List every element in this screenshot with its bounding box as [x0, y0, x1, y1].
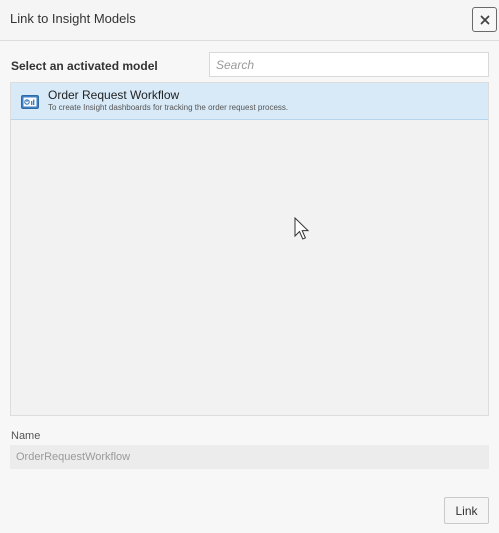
name-field: OrderRequestWorkflow	[10, 445, 489, 469]
model-name: Order Request Workflow	[48, 88, 180, 102]
select-model-label: Select an activated model	[11, 59, 158, 73]
link-insight-models-dialog: Link to Insight Models Select an activat…	[0, 0, 499, 533]
search-input[interactable]	[209, 52, 489, 77]
name-label: Name	[11, 430, 41, 442]
list-item-order-request-workflow[interactable]: Order Request Workflow To create Insight…	[11, 83, 488, 120]
model-list[interactable]: Order Request Workflow To create Insight…	[10, 82, 489, 416]
link-button[interactable]: Link	[444, 497, 489, 524]
model-description: To create Insight dashboards for trackin…	[48, 103, 289, 112]
close-icon	[480, 15, 489, 24]
close-button[interactable]	[472, 7, 497, 32]
dialog-titlebar: Link to Insight Models	[0, 0, 499, 41]
mouse-cursor-icon	[294, 217, 310, 240]
dialog-title: Link to Insight Models	[10, 11, 136, 26]
dashboard-icon	[21, 95, 39, 109]
